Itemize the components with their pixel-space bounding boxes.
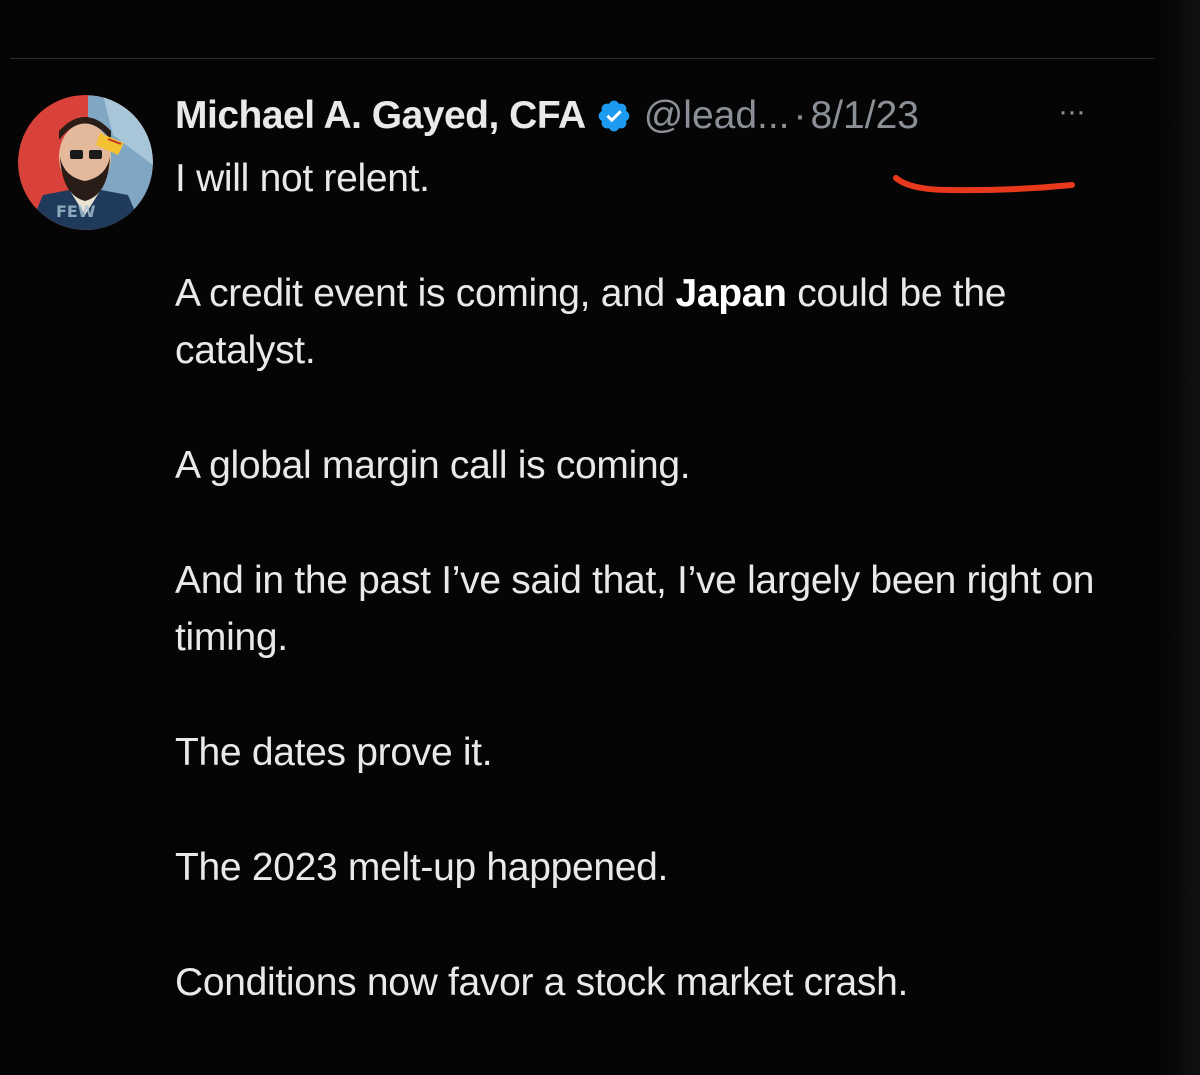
more-options-icon[interactable]: ··· <box>1058 97 1086 127</box>
tweet-header: Michael A. Gayed, CFA @lead... · 8/1/23 <box>175 88 919 144</box>
tweet-paragraph: And in the past I’ve said that, I’ve lar… <box>175 559 1095 659</box>
tweet-date[interactable]: 8/1/23 <box>811 94 919 138</box>
emphasis-japan: Japan <box>675 272 787 315</box>
author-name[interactable]: Michael A. Gayed, CFA <box>175 94 586 138</box>
verified-badge-icon <box>596 98 632 134</box>
profile-avatar[interactable]: FEW <box>18 95 153 230</box>
separator-dot: · <box>793 94 807 137</box>
tweet-paragraph: A global margin call is coming. <box>175 444 691 487</box>
tweet-paragraph: Conditions now favor a stock market cras… <box>175 961 909 1004</box>
tweet-paragraph: The dates prove it. <box>175 731 493 774</box>
svg-text:FEW: FEW <box>56 202 96 221</box>
top-divider <box>10 58 1155 59</box>
tweet-paragraph: The 2023 melt-up happened. <box>175 846 669 889</box>
tweet-screenshot: FEW Michael A. Gayed, CFA @lead... · 8/1… <box>0 0 1200 1075</box>
right-edge-shadow <box>1160 0 1200 1075</box>
tweet-paragraph: I will not relent. <box>175 157 430 200</box>
tweet-paragraph: A credit event is coming, and Japan coul… <box>175 272 1007 372</box>
author-handle[interactable]: @lead... <box>644 94 790 138</box>
tweet-text: I will not relent. A credit event is com… <box>175 150 1135 1011</box>
